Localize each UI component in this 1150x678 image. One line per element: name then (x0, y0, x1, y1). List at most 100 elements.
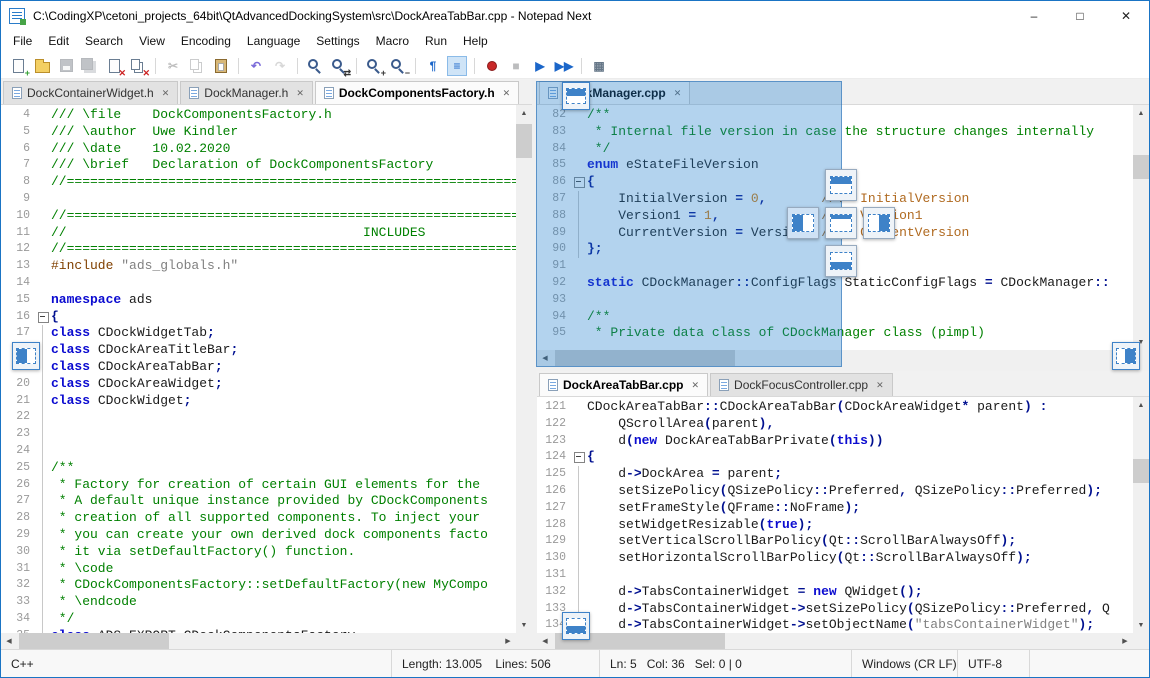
tab-close-icon[interactable]: ✕ (296, 88, 304, 99)
save-button[interactable] (57, 57, 75, 75)
code-text: * \endcode (51, 594, 137, 611)
zoom-out-button[interactable]: − (389, 57, 407, 75)
code-line: 27 * A default unique instance provided … (1, 493, 516, 510)
zoom-in-button[interactable]: + (365, 57, 383, 75)
minimize-button[interactable]: – (1011, 1, 1057, 31)
dock-edge-indicator-right[interactable] (1112, 342, 1140, 370)
dock-indicator-left[interactable] (787, 207, 819, 239)
scroll-right-arrow-icon[interactable]: ▶ (500, 633, 516, 649)
close-button[interactable]: ✕ (105, 57, 123, 75)
scroll-down-arrow-icon[interactable]: ▼ (1133, 617, 1149, 633)
tab-DockAreaTabBar.cpp[interactable]: DockAreaTabBar.cpp✕ (539, 373, 708, 396)
status-language[interactable]: C++ (1, 650, 391, 677)
line-number: 28 (1, 510, 37, 527)
undo-button[interactable]: ↶ (247, 57, 265, 75)
line-number: 25 (1, 460, 37, 477)
tab-close-icon[interactable]: ✕ (162, 88, 170, 99)
menu-settings[interactable]: Settings (308, 31, 367, 53)
code-line: 11// INCLUDES (1, 225, 516, 242)
paste-button[interactable] (212, 57, 230, 75)
close-button[interactable]: ✕ (1103, 1, 1149, 31)
code-editor-bottom-right[interactable]: 121CDockAreaTabBar::CDockAreaTabBar(CDoc… (537, 397, 1133, 633)
open-file-button[interactable] (33, 57, 51, 75)
menu-search[interactable]: Search (77, 31, 131, 53)
menu-view[interactable]: View (131, 31, 173, 53)
tab-close-icon[interactable]: ✕ (876, 380, 884, 391)
scroll-left-arrow-icon[interactable]: ◀ (1, 633, 17, 649)
save-all-button[interactable] (81, 57, 99, 75)
dock-edge-indicator-top[interactable] (562, 82, 590, 110)
fold-margin (37, 174, 51, 191)
dock-indicator-bottom[interactable] (825, 245, 857, 277)
fold-marker-icon[interactable] (37, 309, 51, 326)
code-line: 4/// \file DockComponentsFactory.h (1, 107, 516, 124)
line-number: 27 (1, 493, 37, 510)
dock-edge-indicator-bottom[interactable] (562, 612, 590, 640)
dock-indicator-top[interactable] (825, 169, 857, 201)
status-eol-format[interactable]: Windows (CR LF) (851, 650, 957, 677)
tab-DockContainerWidget.h[interactable]: DockContainerWidget.h✕ (3, 81, 178, 104)
copy-button[interactable] (188, 57, 206, 75)
menu-run[interactable]: Run (417, 31, 455, 53)
show-indent-guide-button[interactable]: ≡ (448, 57, 466, 75)
fold-margin (573, 416, 587, 433)
line-number: 132 (537, 584, 573, 601)
title-bar[interactable]: C:\CodingXP\cetoni_projects_64bit\QtAdva… (1, 1, 1149, 31)
stop-recording-button[interactable]: ■ (507, 57, 525, 75)
scroll-up-arrow-icon[interactable]: ▲ (1133, 105, 1149, 121)
copy-icon (190, 59, 199, 70)
scroll-up-arrow-icon[interactable]: ▲ (1133, 397, 1149, 413)
scrollbar-thumb[interactable] (19, 633, 169, 649)
run-macro-multiple-button[interactable]: ▶▶ (555, 57, 573, 75)
code-line: 19class CDockAreaTabBar; (1, 359, 516, 376)
close-all-button[interactable]: ✕ (129, 57, 147, 75)
vertical-scrollbar[interactable]: ▲ ▼ (1133, 105, 1149, 350)
tab-close-icon[interactable]: ✕ (692, 380, 700, 391)
scrollbar-thumb[interactable] (516, 124, 532, 158)
tab-DockFocusController.cpp[interactable]: DockFocusController.cpp✕ (710, 373, 893, 396)
playback-macro-button[interactable]: ▶ (531, 57, 549, 75)
tab-close-icon[interactable]: ✕ (503, 88, 511, 99)
fold-marker-icon[interactable] (573, 449, 587, 466)
menu-macro[interactable]: Macro (368, 31, 417, 53)
scroll-up-arrow-icon[interactable]: ▲ (516, 105, 532, 121)
cut-button[interactable]: ✂ (164, 57, 182, 75)
redo-button[interactable]: ↷ (271, 57, 289, 75)
horizontal-scrollbar[interactable]: ◀ ▶ (1, 633, 516, 649)
tab-DockComponentsFactory.h[interactable]: DockComponentsFactory.h✕ (315, 81, 519, 104)
toolbar: +✕✕✂↶↷⇄+−¶≡■▶▶▶▦ (1, 53, 1149, 79)
vertical-scrollbar[interactable]: ▲ ▼ (516, 105, 532, 633)
code-editor-left[interactable]: 4/// \file DockComponentsFactory.h5/// \… (1, 105, 516, 633)
horizontal-scrollbar[interactable]: ◀ ▶ (537, 633, 1133, 649)
menu-encoding[interactable]: Encoding (173, 31, 239, 53)
menu-language[interactable]: Language (239, 31, 308, 53)
new-file-button[interactable]: + (9, 57, 27, 75)
maximize-button[interactable]: □ (1057, 1, 1103, 31)
menu-file[interactable]: File (5, 31, 40, 53)
scroll-left-arrow-icon[interactable]: ◀ (537, 633, 553, 649)
scroll-down-arrow-icon[interactable]: ▼ (516, 617, 532, 633)
record-macro-button[interactable] (483, 57, 501, 75)
scrollbar-thumb[interactable] (1133, 155, 1149, 179)
vertical-scrollbar[interactable]: ▲ ▼ (1133, 397, 1149, 633)
scrollbar-thumb[interactable] (1133, 459, 1149, 483)
status-encoding[interactable]: UTF-8 (957, 650, 1029, 677)
replace-button[interactable]: ⇄ (330, 57, 348, 75)
line-number: 31 (1, 561, 37, 578)
dock-indicator-center[interactable] (825, 207, 857, 239)
toolbar-separator (297, 58, 298, 74)
fold-margin (573, 533, 587, 550)
fold-margin (37, 577, 51, 594)
menu-help[interactable]: Help (455, 31, 496, 53)
line-number: 7 (1, 157, 37, 174)
code-text: * you can create your own derived dock c… (51, 527, 488, 544)
find-button[interactable] (306, 57, 324, 75)
menu-edit[interactable]: Edit (40, 31, 77, 53)
dock-edge-indicator-left[interactable] (12, 342, 40, 370)
code-line: 30 * it via setDefaultFactory() function… (1, 544, 516, 561)
show-whitespace-button[interactable]: ¶ (424, 57, 442, 75)
dock-indicator-right[interactable] (863, 207, 895, 239)
tab-DockManager.h[interactable]: DockManager.h✕ (180, 81, 313, 104)
scroll-right-arrow-icon[interactable]: ▶ (1117, 633, 1133, 649)
editor-settings-button[interactable]: ▦ (590, 57, 608, 75)
